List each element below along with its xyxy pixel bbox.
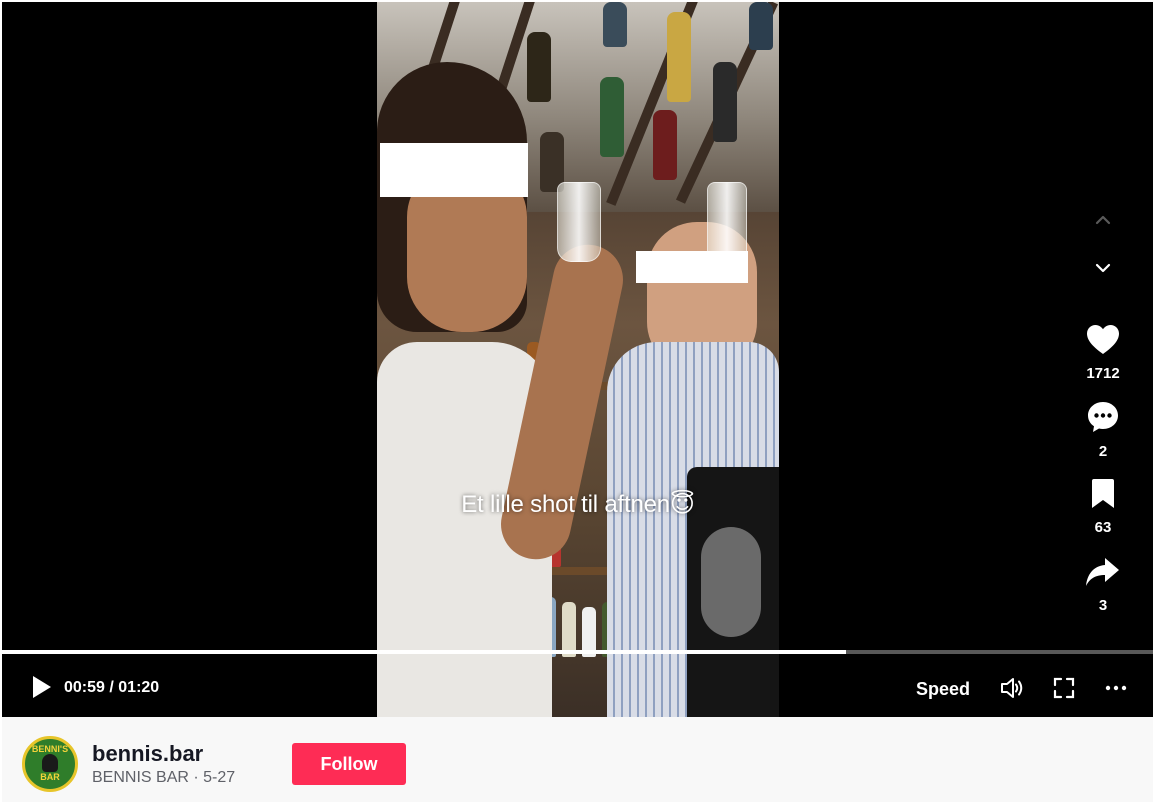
share-icon: [1086, 558, 1119, 586]
hanging-bottle: [653, 110, 677, 180]
volume-button[interactable]: [999, 675, 1025, 701]
time-display: 00:59 / 01:20: [64, 679, 159, 697]
avatar-logo-text-top: BENNI'S: [31, 744, 69, 754]
hanging-bottle: [667, 12, 691, 102]
author-subline: BENNIS BAR · 5-27: [92, 769, 235, 787]
avatar-logo-figure: [42, 754, 58, 772]
play-button[interactable]: [28, 674, 54, 700]
video-caption: Et lille shot til aftnen😇: [377, 490, 779, 519]
share-count: 3: [1098, 597, 1108, 614]
video-player[interactable]: Et lille shot til aftnen😇 1712 2 63 3 00…: [2, 2, 1153, 717]
duration: 01:20: [118, 679, 160, 696]
author-info-bar: BENNI'S BAR bennis.bar BENNIS BAR · 5-27…: [2, 717, 1153, 802]
volume-icon: [1001, 678, 1023, 698]
current-time: 00:59: [64, 679, 105, 696]
author-username[interactable]: bennis.bar: [92, 741, 203, 767]
speed-button[interactable]: Speed: [916, 679, 970, 700]
avatar[interactable]: BENNI'S BAR: [22, 736, 78, 792]
progress-bar[interactable]: [2, 650, 1153, 654]
author-display-name: BENNIS BAR: [92, 769, 189, 786]
fullscreen-icon: [1053, 677, 1075, 699]
shot-glass: [557, 182, 601, 262]
comment-count: 2: [1098, 443, 1108, 460]
chevron-down-icon: [1095, 263, 1111, 273]
heart-icon: [1087, 325, 1119, 354]
comment-button[interactable]: 2: [1053, 400, 1153, 460]
save-count: 63: [1094, 519, 1112, 536]
next-video-button[interactable]: [1053, 258, 1153, 283]
video-frame[interactable]: Et lille shot til aftnen😇: [377, 2, 779, 717]
previous-video-button[interactable]: [1053, 210, 1153, 235]
hanging-bottle: [713, 62, 737, 142]
chevron-up-icon: [1095, 215, 1111, 225]
subline-separator: ·: [188, 769, 204, 786]
save-button[interactable]: 63: [1053, 478, 1153, 536]
avatar-logo-text-bottom: BAR: [40, 772, 60, 782]
comment-icon: [1088, 402, 1118, 432]
share-button[interactable]: 3: [1053, 556, 1153, 614]
more-icon: [1105, 685, 1127, 691]
post-date: 5-27: [203, 769, 236, 786]
caption-text: Et lille shot til aftnen: [461, 491, 670, 518]
player-controls: 00:59 / 01:20 Speed: [2, 662, 1153, 712]
print-image: [701, 527, 761, 637]
bookmark-icon: [1092, 479, 1114, 508]
play-icon: [33, 676, 51, 698]
more-options-button[interactable]: [1103, 675, 1129, 701]
follow-button[interactable]: Follow: [292, 743, 406, 785]
caption-emoji: 😇: [669, 491, 695, 518]
like-button[interactable]: 1712: [1053, 324, 1153, 382]
time-separator: /: [104, 679, 119, 696]
progress-fill: [2, 650, 846, 654]
like-count: 1712: [1086, 365, 1120, 382]
hanging-bottle: [749, 2, 773, 50]
fullscreen-button[interactable]: [1051, 675, 1077, 701]
censor-box: [636, 251, 748, 283]
hanging-bottle: [603, 2, 627, 47]
censor-box: [380, 143, 528, 197]
